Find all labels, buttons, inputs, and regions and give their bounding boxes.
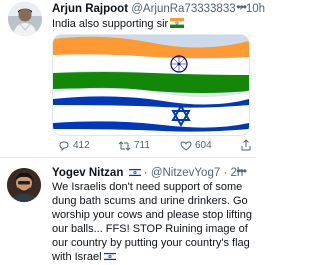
heart-icon xyxy=(180,140,192,152)
retweet-icon xyxy=(118,140,131,152)
tweet-arjun[interactable]: Arjun Rajpoot @ArjunRa73333833 · 10h •••… xyxy=(0,0,265,158)
tweet-header: Yogev Nitzan · @NitzevYog7 · 2h xyxy=(52,166,243,181)
like-button[interactable]: 604 xyxy=(180,139,212,153)
reply-icon xyxy=(58,140,70,152)
india-israel-flags-image[interactable] xyxy=(52,34,250,136)
share-button[interactable] xyxy=(240,139,252,151)
timestamp[interactable]: 10h xyxy=(246,3,265,15)
flag-israel-icon xyxy=(103,251,116,265)
tweet-header: Arjun Rajpoot @ArjunRa73333833 · 10h xyxy=(52,2,265,16)
avatar-photo xyxy=(7,168,41,202)
flags-illustration xyxy=(53,35,249,135)
tweet-text: India also supporting sir xyxy=(52,17,185,32)
tweet-yogev[interactable]: Yogev Nitzan · @NitzevYog7 · 2h ••• We I… xyxy=(0,158,256,263)
share-icon xyxy=(240,139,252,151)
retweet-count: 711 xyxy=(134,140,150,151)
avatar-photo xyxy=(8,2,42,36)
tweet-text-content: India also supporting sir xyxy=(52,18,169,30)
flag-israel-icon xyxy=(128,167,141,181)
like-count: 604 xyxy=(195,140,212,151)
avatar[interactable] xyxy=(7,168,41,202)
tweet-text-content: We Israelis don't need support of some d… xyxy=(52,181,252,263)
handle[interactable]: @ArjunRa73333833 xyxy=(131,3,235,15)
separator: · xyxy=(143,167,148,179)
retweet-button[interactable]: 711 xyxy=(118,139,150,153)
separator: · xyxy=(223,167,228,179)
more-options-icon[interactable]: ••• xyxy=(236,165,247,177)
reply-count: 412 xyxy=(73,140,90,151)
flag-india-icon xyxy=(170,18,185,32)
tweet-actions: 412 711 604 xyxy=(52,139,252,153)
handle[interactable]: @NitzevYog7 xyxy=(151,167,220,179)
more-options-icon[interactable]: ••• xyxy=(236,1,247,13)
display-name[interactable]: Yogev Nitzan xyxy=(52,167,123,179)
display-name[interactable]: Arjun Rajpoot xyxy=(52,3,128,15)
avatar[interactable] xyxy=(8,2,42,36)
tweet-text: We Israelis don't need support of some d… xyxy=(52,180,252,265)
reply-button[interactable]: 412 xyxy=(58,139,90,153)
